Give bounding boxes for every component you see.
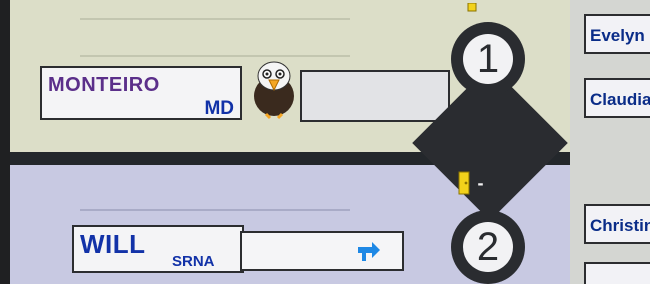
room-number: 2: [463, 222, 513, 272]
room-number: 1: [463, 34, 513, 84]
room-board-screen: MONTEIRO MD WILL SRNA 1 2 - Evelyn Claud…: [10, 0, 650, 284]
provider-name: MONTEIRO: [48, 74, 160, 96]
status-slot-room-1[interactable]: [300, 70, 450, 122]
divider-line: [80, 209, 350, 211]
eagle-mascot-icon: [246, 54, 302, 120]
arrow-right-icon: [356, 239, 382, 268]
right-column: Evelyn Claudia Christin: [570, 0, 650, 284]
door-status-text: -: [477, 172, 484, 193]
door-icon: [462, 0, 482, 18]
divider-line: [80, 55, 350, 57]
room-2-badge: 2: [451, 210, 525, 284]
provider-role: MD: [204, 98, 234, 119]
door-icon: [458, 171, 470, 195]
right-name-card[interactable]: Claudia: [584, 78, 650, 118]
right-name-card[interactable]: Evelyn: [584, 14, 650, 54]
room-1-badge: 1: [451, 22, 525, 96]
provider-name: WILL: [80, 229, 146, 259]
provider-card-room-2[interactable]: WILL SRNA: [72, 225, 244, 273]
provider-role: SRNA: [172, 253, 215, 270]
right-name-card-partial[interactable]: [584, 262, 650, 284]
door-status[interactable]: -: [457, 170, 483, 196]
provider-card-room-1[interactable]: MONTEIRO MD: [40, 66, 242, 120]
divider-line: [80, 18, 350, 20]
right-name-card[interactable]: Christin: [584, 204, 650, 244]
status-slot-room-2[interactable]: [240, 231, 404, 271]
